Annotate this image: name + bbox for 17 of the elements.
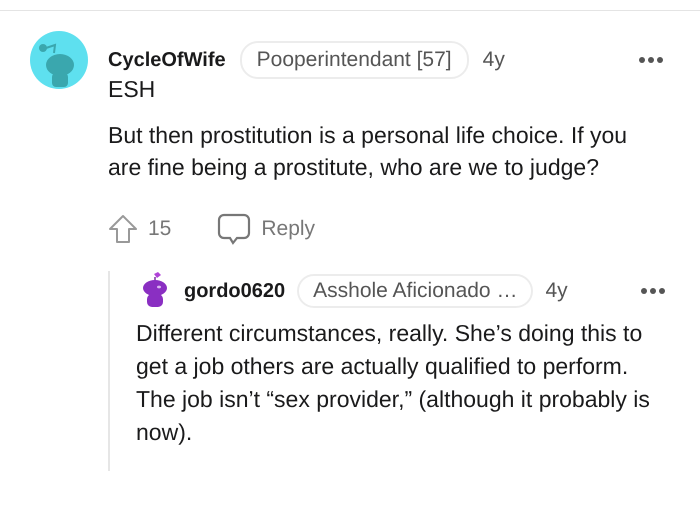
- avatar-icon: [30, 31, 88, 89]
- comment-icon[interactable]: [217, 213, 252, 245]
- timestamp: 4y: [545, 279, 568, 303]
- user-flair: Asshole Aficionado …: [297, 274, 534, 308]
- avatar-icon: [140, 271, 170, 309]
- reply-button[interactable]: Reply: [261, 217, 316, 241]
- username[interactable]: CycleOfWife: [108, 48, 226, 72]
- user-flair: Pooperintendant [57]: [240, 41, 469, 79]
- timestamp: 4y: [482, 48, 505, 72]
- more-options-icon[interactable]: [638, 56, 664, 64]
- comment-text: ESH: [108, 75, 156, 104]
- comment-text: Different circumstances, really. She’s doing this to get a job others are actually qualified to perform. The job isn’t “sex provider,” (although it probably is now).: [136, 319, 651, 447]
- comment-text: But then prostitution is a personal life choice. If you are fine being a prostitute, who are we to judge?: [108, 121, 628, 182]
- more-options-icon[interactable]: [640, 287, 666, 295]
- upvote-icon[interactable]: [108, 214, 138, 244]
- username[interactable]: gordo0620: [184, 280, 286, 302]
- vote-count: 15: [148, 217, 172, 241]
